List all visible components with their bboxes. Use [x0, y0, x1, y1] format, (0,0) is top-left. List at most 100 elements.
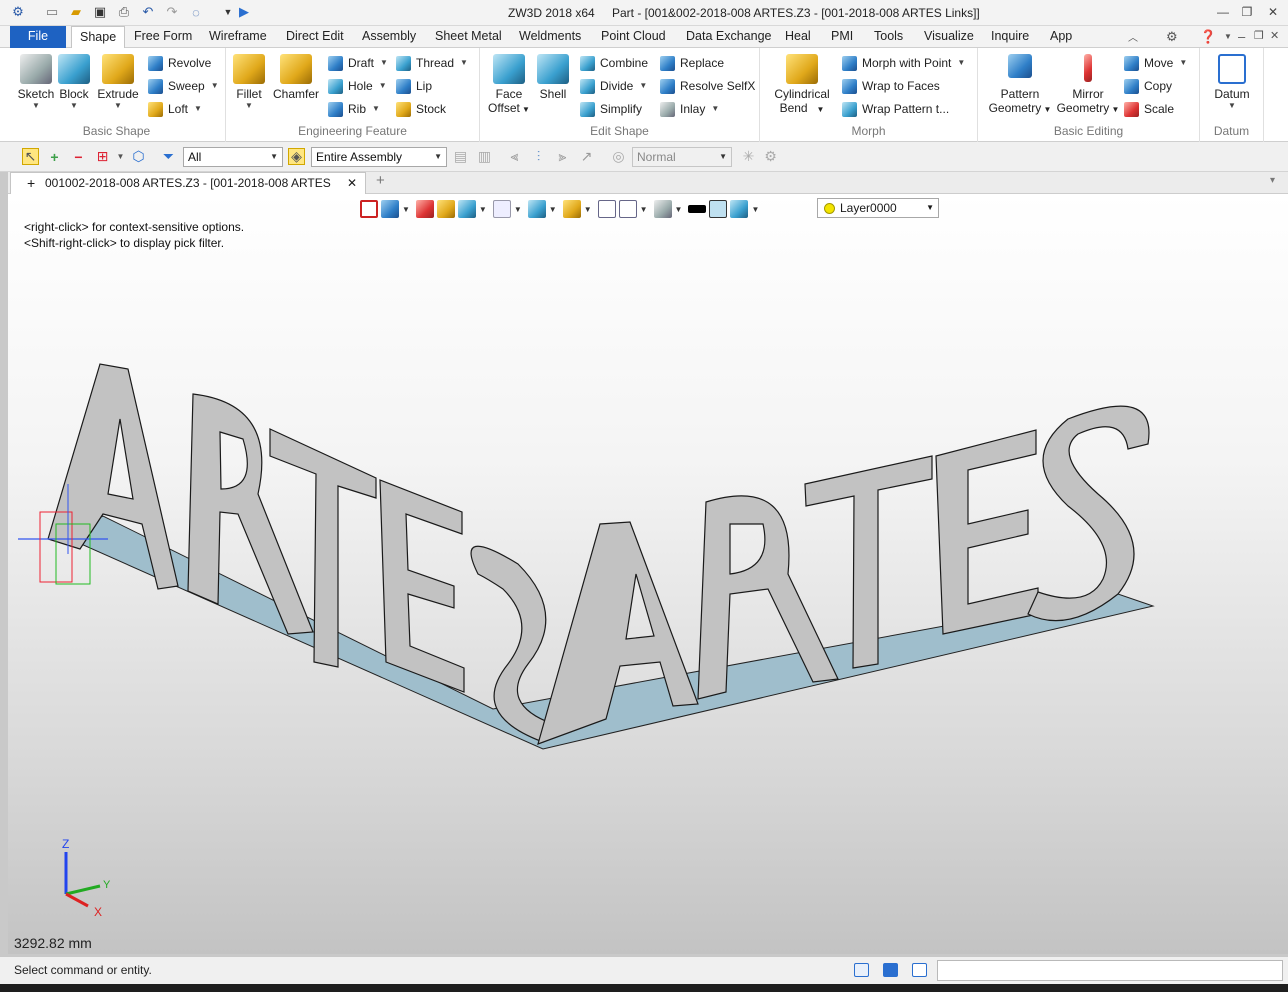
minimize-button[interactable]: — — [1214, 4, 1232, 20]
redo-icon[interactable]: ↷ — [164, 4, 180, 20]
tab-heal[interactable]: Heal — [777, 26, 819, 48]
box-pick-icon[interactable]: ⊞ — [94, 148, 111, 165]
new-tab-icon[interactable]: + — [376, 172, 385, 189]
pick-option-1-icon[interactable]: ▤ — [452, 148, 469, 165]
stock-button[interactable]: Stock — [396, 99, 446, 119]
display-icon[interactable] — [883, 963, 898, 977]
mode-select[interactable]: Normal ▼ — [632, 147, 732, 167]
close-tab-icon[interactable]: ✕ — [347, 173, 357, 193]
new-file-icon[interactable]: ▭ — [44, 4, 60, 20]
datum-button[interactable]: Datum ▼ — [1210, 54, 1254, 111]
exit-view-icon[interactable] — [360, 200, 378, 218]
combine-button[interactable]: Combine — [580, 53, 648, 73]
shaded-icon[interactable] — [436, 200, 455, 218]
tab-point-cloud[interactable]: Point Cloud — [593, 26, 674, 48]
tab-visualize[interactable]: Visualize — [916, 26, 982, 48]
display-mode-icon[interactable] — [653, 200, 672, 218]
cylindrical-bend-button[interactable]: Cylindrical Bend ▼ — [770, 54, 834, 117]
block-button[interactable]: Block ▼ — [56, 54, 92, 111]
document-tab[interactable]: + 001002-2018-008 ARTES.Z3 - [001-2018-0… — [10, 172, 366, 210]
rib-button[interactable]: Rib ▼ — [328, 99, 380, 119]
zw3d-logo-icon[interactable]: ⚙ — [10, 4, 26, 20]
tab-free-form[interactable]: Free Form — [126, 26, 200, 48]
section-view-icon[interactable] — [618, 200, 637, 218]
tab-inquire[interactable]: Inquire — [983, 26, 1037, 48]
replace-button[interactable]: Replace — [660, 53, 724, 73]
model-scene[interactable] — [8, 194, 1288, 954]
zoom-all-icon[interactable] — [562, 200, 581, 218]
tree-view-icon[interactable] — [854, 963, 869, 977]
filter-select[interactable]: All ▼ — [183, 147, 283, 167]
revolve-button[interactable]: Revolve — [148, 53, 211, 73]
tab-assembly[interactable]: Assembly — [354, 26, 424, 48]
wireframe-icon[interactable] — [457, 200, 476, 218]
scale-button[interactable]: Scale — [1124, 99, 1174, 119]
inlay-button[interactable]: Inlay ▼ — [660, 99, 719, 119]
open-folder-icon[interactable]: ▰ — [68, 4, 84, 20]
fit-window-icon[interactable] — [597, 200, 616, 218]
render-mode-icon[interactable]: ◎ — [610, 148, 627, 165]
list-icon[interactable] — [912, 963, 927, 977]
draft-button[interactable]: Draft ▼ — [328, 53, 388, 73]
fillet-button[interactable]: Fillet ▼ — [230, 54, 268, 111]
view-orient-icon[interactable] — [381, 200, 399, 218]
tab-direct-edit[interactable]: Direct Edit — [278, 26, 352, 48]
pick-option-2-icon[interactable]: ▥ — [476, 148, 493, 165]
tab-wireframe[interactable]: Wireframe — [201, 26, 275, 48]
graphics-viewport[interactable]: <right-click> for context-sensitive opti… — [8, 194, 1288, 954]
move-button[interactable]: Move ▼ — [1124, 53, 1187, 73]
command-input[interactable] — [937, 960, 1283, 981]
help-dropdown-icon[interactable]: ▼ — [1224, 32, 1232, 41]
snap-settings-icon[interactable]: ⚙ — [762, 148, 779, 165]
help-icon[interactable]: ❓ — [1200, 29, 1216, 45]
view-cube-icon[interactable] — [492, 200, 511, 218]
tab-list-icon[interactable]: ▾ — [1270, 175, 1275, 186]
copy-button[interactable]: Copy — [1124, 76, 1172, 96]
pick-arrow-icon[interactable]: ↖ — [22, 148, 39, 165]
morph-with-point-button[interactable]: Morph with Point ▼ — [842, 53, 965, 73]
wrap-pattern-button[interactable]: Wrap Pattern t... — [842, 99, 949, 119]
layer-select[interactable]: Layer0000 ▼ — [817, 198, 939, 218]
scope-select[interactable]: Entire Assembly ▼ — [311, 147, 447, 167]
doc-minimize-icon[interactable]: – — [1238, 29, 1245, 44]
mirror-geometry-button[interactable]: Mirror Geometry ▼ — [1056, 54, 1120, 117]
align-center-icon[interactable]: ⫶ — [530, 148, 547, 165]
tab-tools[interactable]: Tools — [866, 26, 911, 48]
pick-shape-icon[interactable]: ⬡ — [130, 148, 147, 165]
tab-sheet-metal[interactable]: Sheet Metal — [427, 26, 510, 48]
lip-button[interactable]: Lip — [396, 76, 432, 96]
sketch-button[interactable]: Sketch ▼ — [16, 54, 56, 111]
extrude-button[interactable]: Extrude ▼ — [96, 54, 140, 111]
tab-app[interactable]: App — [1042, 26, 1080, 48]
close-button[interactable]: ✕ — [1264, 4, 1282, 20]
save-icon[interactable]: ▣ — [92, 4, 108, 20]
settings-gear-icon[interactable]: ⚙ — [1166, 29, 1178, 45]
pin-icon[interactable]: + — [27, 173, 35, 193]
measure-icon[interactable] — [415, 200, 434, 218]
tab-file[interactable]: File — [10, 26, 66, 48]
undo-icon[interactable]: ↶ — [140, 4, 156, 20]
box-pick-dropdown-icon[interactable]: ▼ — [112, 148, 129, 165]
filter-icon[interactable]: ⏷ — [160, 148, 177, 165]
run-icon[interactable]: ▶ — [236, 4, 252, 20]
assembly-scope-icon[interactable]: ◈ — [288, 148, 305, 165]
tab-pmi[interactable]: PMI — [823, 26, 861, 48]
standard-views-icon[interactable] — [527, 200, 546, 218]
tab-weldments[interactable]: Weldments — [511, 26, 589, 48]
face-offset-button[interactable]: Face Offset ▼ — [486, 54, 532, 117]
align-left-icon[interactable]: ⫷ — [506, 148, 523, 165]
align-right-icon[interactable]: ⫸ — [554, 148, 571, 165]
simplify-button[interactable]: Simplify — [580, 99, 642, 119]
add-pick-icon[interactable]: + — [46, 148, 63, 165]
tab-shape[interactable]: Shape — [71, 26, 126, 49]
pattern-geometry-button[interactable]: Pattern Geometry ▼ — [988, 54, 1052, 117]
loft-button[interactable]: Loft ▼ — [148, 99, 202, 119]
face-color-icon[interactable] — [709, 200, 728, 218]
chamfer-button[interactable]: Chamfer — [272, 54, 320, 101]
print-icon[interactable]: ⎙ — [116, 4, 132, 20]
restore-button[interactable]: ❐ — [1238, 4, 1256, 20]
remove-pick-icon[interactable]: − — [70, 148, 87, 165]
wrap-to-faces-button[interactable]: Wrap to Faces — [842, 76, 940, 96]
doc-restore-icon[interactable]: ❐ — [1254, 29, 1264, 42]
cursor-option-icon[interactable]: ↗ — [578, 148, 595, 165]
